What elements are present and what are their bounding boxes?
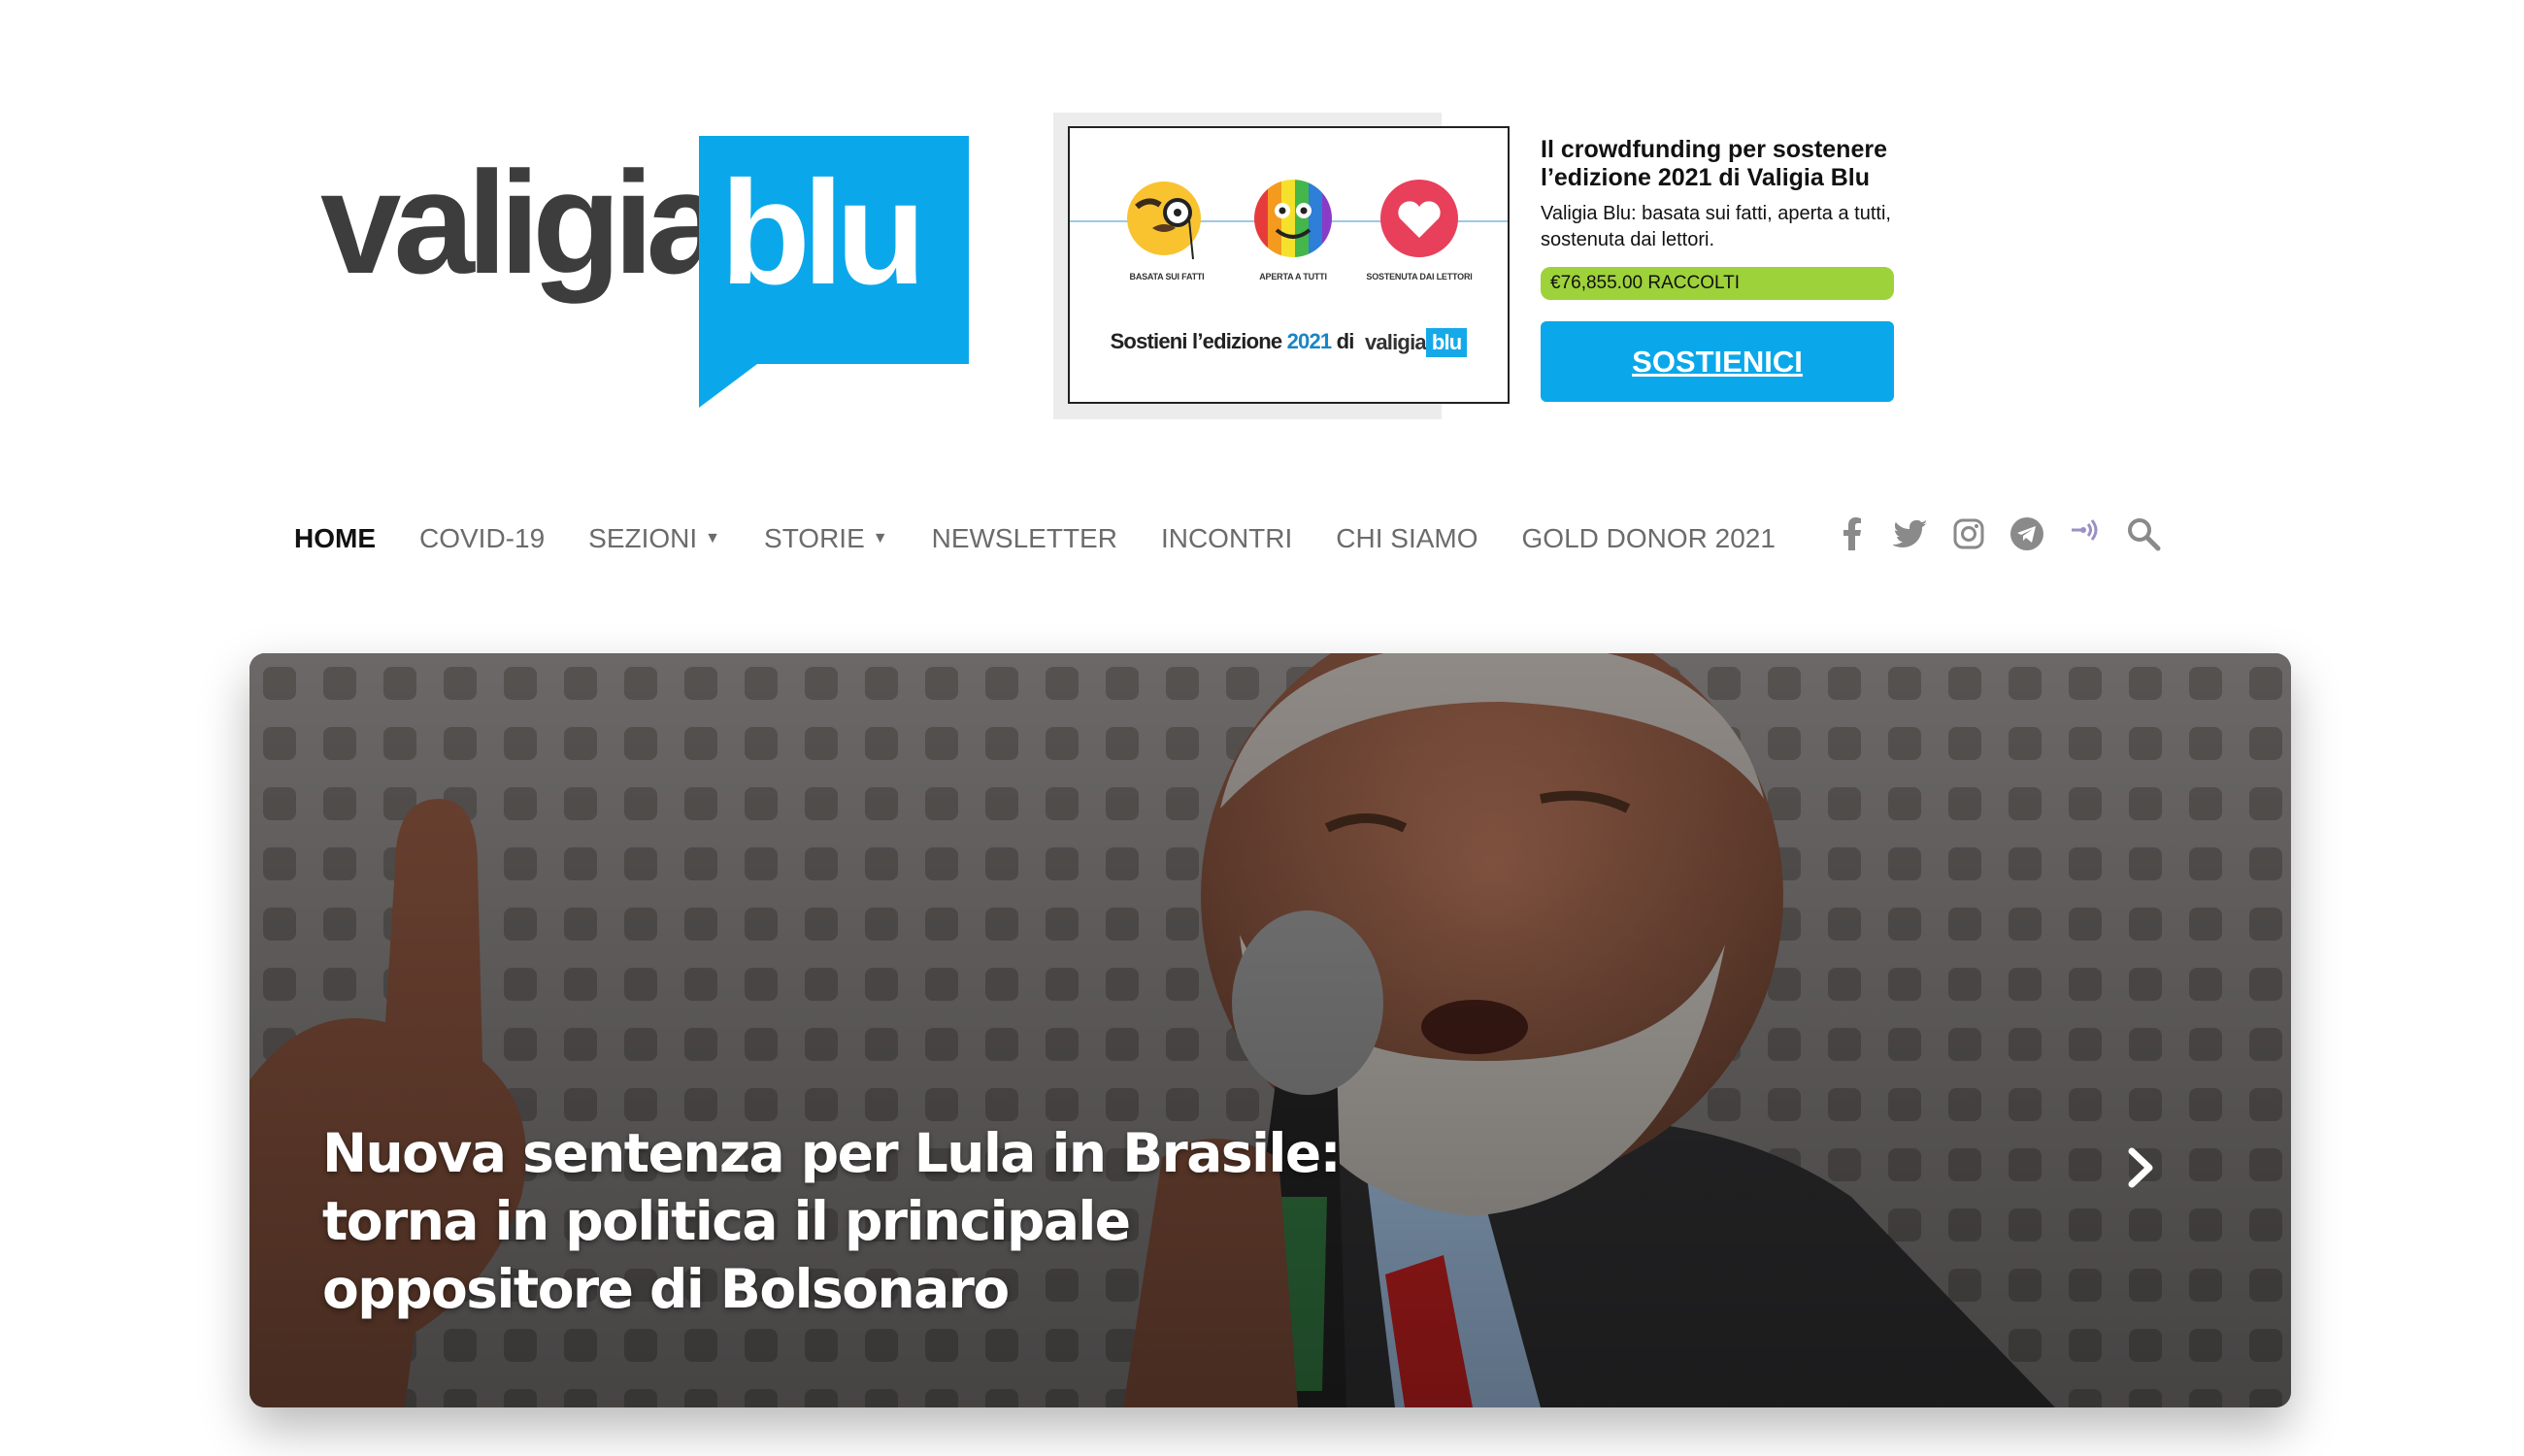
chevron-right-icon[interactable] (2111, 1139, 2170, 1197)
nav-item-label: CHI SIAMO (1336, 523, 1478, 553)
nav-item-label: SEZIONI (588, 523, 698, 553)
instagram-icon[interactable] (1949, 513, 1988, 555)
nav-item-storie[interactable]: STORIE ▼ (764, 523, 888, 554)
banner-cta-year: 2021 (1286, 328, 1333, 353)
hero-headline-line: Nuova sentenza per Lula in Brasile: (322, 1122, 1342, 1184)
crowdfunding-banner[interactable]: BASATA SUI FATTI APERTA A TUTTI SOSTENUT… (1068, 126, 1510, 404)
facebook-icon[interactable] (1833, 513, 1872, 555)
hero-headline-link[interactable]: Nuova sentenza per Lula in Brasile: torn… (322, 1119, 1371, 1323)
logo-box-word: blu (720, 150, 918, 315)
nav-item-label: NEWSLETTER (931, 523, 1117, 553)
banner-mini-logo: valigia blu (1364, 328, 1468, 357)
banner-caption: BASATA SUI FATTI (1129, 272, 1205, 281)
search-icon[interactable] (2124, 513, 2163, 555)
sostienici-button[interactable]: SOSTIENICI (1541, 321, 1894, 402)
nav-item-label: GOLD DONOR 2021 (1521, 523, 1776, 553)
social-icons (1833, 513, 2182, 555)
hero-slider[interactable]: Nuova sentenza per Lula in Brasile: torn… (249, 653, 2291, 1407)
nav-item-label: COVID-19 (419, 523, 546, 553)
nav-item-gold-donor[interactable]: GOLD DONOR 2021 (1522, 523, 1776, 554)
nav-item-incontri[interactable]: INCONTRI (1161, 523, 1292, 554)
telegram-icon[interactable] (2008, 513, 2046, 555)
crowdfunding-title: Il crowdfunding per sostenere l’edizione… (1541, 136, 1887, 191)
banner-cta-prefix: Sostieni l’edizione (1110, 328, 1283, 353)
logo-wordmark: valigia (320, 141, 727, 304)
banner-caption: APERTA A TUTTI (1259, 272, 1327, 281)
nav-item-label: HOME (294, 523, 376, 553)
logo-speech-bubble: blu (699, 136, 969, 408)
mini-logo-box: blu (1425, 328, 1468, 357)
nav-item-sezioni[interactable]: SEZIONI ▼ (588, 523, 720, 554)
twitter-icon[interactable] (1891, 513, 1930, 555)
banner-cta-suffix: di (1336, 328, 1355, 353)
nav-item-label: INCONTRI (1160, 523, 1293, 553)
open-rainbow-emoji-icon (1254, 180, 1332, 257)
caret-down-icon: ▼ (872, 530, 888, 546)
nav-item-covid[interactable]: COVID-19 (419, 523, 545, 554)
facts-emoji-icon (1127, 182, 1201, 260)
hero-headline-line: torna in politica il principale (322, 1190, 1131, 1252)
mini-logo-word: valigia (1364, 330, 1427, 354)
caret-down-icon: ▼ (705, 530, 721, 546)
heart-emoji-icon (1380, 180, 1458, 257)
nav-item-label: STORIE (764, 523, 865, 553)
crowdfunding-description: Valigia Blu: basata sui fatti, aperta a … (1541, 203, 1891, 250)
raised-amount-bar: €76,855.00 RACCOLTI (1541, 267, 1894, 300)
nav-item-home[interactable]: HOME (294, 523, 376, 554)
podcast-icon[interactable] (2066, 513, 2105, 555)
nav-item-newsletter[interactable]: NEWSLETTER (932, 523, 1117, 554)
banner-caption: SOSTENUTA DAI LETTORI (1366, 272, 1473, 281)
site-logo[interactable]: valigia blu (320, 136, 971, 413)
main-nav: HOME COVID-19 SEZIONI ▼ STORIE ▼ NEWSLETTE… (294, 514, 1819, 563)
banner-cta-text: Sostieni l’edizione 2021 di valigia blu (1070, 328, 1508, 357)
nav-item-chi-siamo[interactable]: CHI SIAMO (1336, 523, 1478, 554)
hero-headline-line: oppositore di Bolsonaro (322, 1258, 1010, 1320)
